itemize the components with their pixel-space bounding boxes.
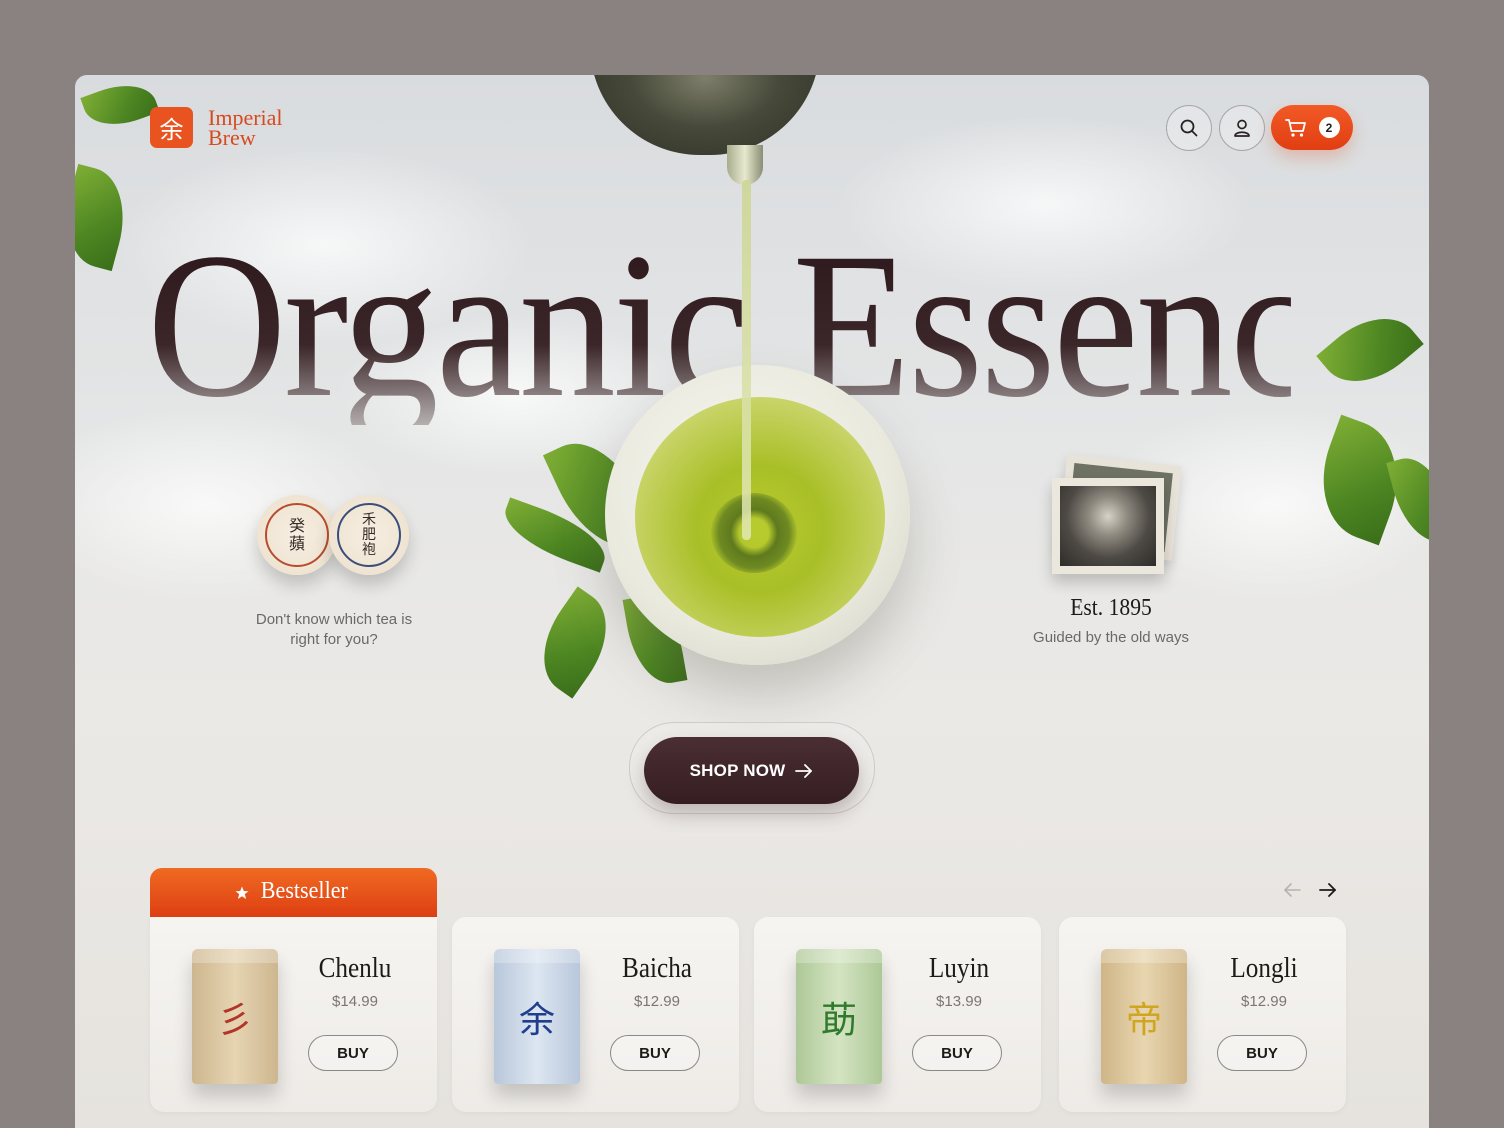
search-button[interactable]: [1166, 105, 1212, 151]
product-name: Longli: [1230, 953, 1298, 984]
founder-portrait: [1060, 486, 1156, 566]
user-icon: [1234, 119, 1250, 137]
product-name: Chenlu: [318, 953, 392, 984]
product-card: 帝 Longli $12.99 BUY: [1059, 917, 1346, 1112]
cart-icon: [1284, 118, 1306, 137]
buy-button[interactable]: BUY: [308, 1035, 398, 1071]
page-frame: 余 Imperial Brew 2 Organic Essence 癸 蘋 禾 …: [75, 75, 1429, 1128]
buy-button[interactable]: BUY: [1217, 1035, 1307, 1071]
product-price: $13.99: [936, 993, 982, 1010]
tea-stream: [742, 180, 751, 540]
brand-name: Imperial Brew: [208, 106, 283, 150]
account-button[interactable]: [1219, 105, 1265, 151]
tin-label: 禾 肥 袍: [337, 503, 401, 567]
brand-logo[interactable]: 余 Imperial Brew: [150, 106, 283, 150]
tea-quiz-text[interactable]: Don't know which tea is right for you?: [245, 610, 423, 650]
shop-now-label: SHOP NOW: [689, 760, 786, 780]
product-name: Baicha: [622, 953, 692, 984]
product-pouch-image: 帝: [1101, 949, 1187, 1084]
teapot-spout: [727, 145, 763, 185]
arrow-right-icon[interactable]: [1319, 883, 1337, 897]
product-price: $12.99: [1241, 993, 1287, 1010]
carousel-arrows: [1283, 883, 1337, 897]
product-price: $12.99: [634, 993, 680, 1010]
heritage-photos: [1050, 454, 1185, 580]
tea-leaves: [711, 493, 797, 573]
search-icon: [1180, 119, 1198, 137]
product-pouch-image: 莇: [796, 949, 882, 1084]
product-pouch-image: 彡: [192, 949, 278, 1084]
brand-name-line2: Brew: [208, 124, 256, 150]
shop-now-button[interactable]: SHOP NOW: [644, 737, 859, 804]
buy-button[interactable]: BUY: [912, 1035, 1002, 1071]
leaf-decoration: [523, 586, 627, 699]
logo-mark-icon: 余: [150, 107, 193, 148]
buy-button[interactable]: BUY: [610, 1035, 700, 1071]
teapot-image: [590, 75, 820, 155]
product-card: 余 Baicha $12.99 BUY: [452, 917, 739, 1112]
product-name: Luyin: [928, 953, 990, 984]
product-card: 彡 Chenlu $14.99 BUY: [150, 917, 437, 1112]
tea-quiz-link[interactable]: 癸 蘋 禾 肥 袍: [257, 495, 417, 585]
established-year: Est. 1895: [1070, 595, 1152, 621]
arrow-right-icon: [795, 763, 813, 778]
product-price: $14.99: [332, 993, 378, 1010]
founder-photo: [1052, 478, 1164, 574]
tin-label: 癸 蘋: [265, 503, 329, 567]
star-icon: [235, 886, 249, 899]
tea-tin-image: 癸 蘋: [257, 495, 337, 575]
product-pouch-image: 余: [494, 949, 580, 1084]
cart-button[interactable]: 2: [1271, 105, 1353, 150]
cart-count-badge: 2: [1318, 117, 1340, 138]
arrow-left-icon[interactable]: [1283, 883, 1301, 897]
tea-tin-image: 禾 肥 袍: [329, 495, 409, 575]
bestseller-label: Bestseller: [260, 878, 349, 904]
product-card: 莇 Luyin $13.99 BUY: [754, 917, 1041, 1112]
leaf-decoration: [80, 75, 160, 136]
established-tagline: Guided by the old ways: [1033, 629, 1189, 646]
